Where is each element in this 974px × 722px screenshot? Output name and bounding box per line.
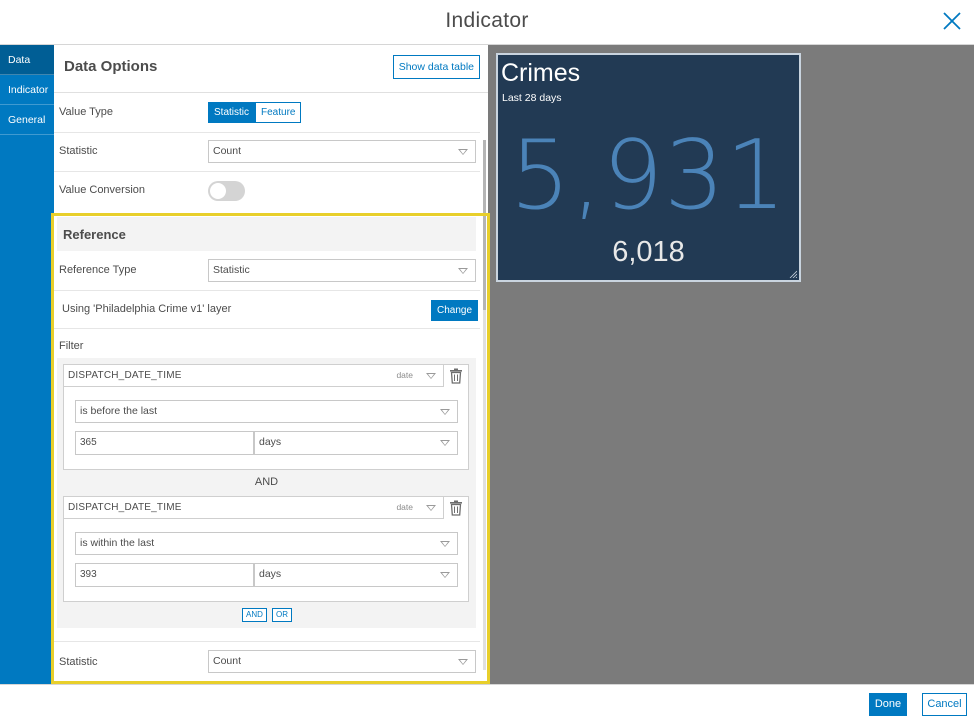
reference-section-header: Reference	[57, 217, 476, 251]
side-tabs: Data Indicator General	[0, 45, 54, 684]
reference-type-row: Reference Type Statistic	[54, 252, 480, 291]
indicator-subtitle: Last 28 days	[502, 92, 562, 104]
statistic-select-value: Count	[213, 145, 242, 157]
reference-statistic-label: Statistic	[59, 656, 98, 668]
filter-label: Filter	[59, 340, 84, 352]
reference-statistic-select[interactable]: Count	[208, 650, 476, 673]
value-type-toggle: Statistic Feature	[208, 102, 302, 123]
filter-clause: DISPATCH_DATE_TIME date is before the la…	[63, 364, 469, 470]
filter-unit-select[interactable]: days	[254, 563, 458, 587]
chevron-down-icon	[458, 268, 468, 274]
chevron-down-icon	[440, 572, 450, 578]
indicator-reference-value: 6,018	[612, 236, 685, 268]
statistic-label: Statistic	[59, 145, 98, 157]
reference-title: Reference	[63, 227, 126, 242]
filter-amount-input[interactable]: 393	[75, 563, 254, 587]
chevron-down-icon	[458, 149, 468, 155]
filter-operator-select[interactable]: is before the last	[75, 400, 458, 423]
filter-field-type: date	[396, 370, 413, 380]
data-options-panel: Data Options Show data table Value Type …	[54, 45, 488, 684]
chevron-down-icon	[440, 409, 450, 415]
scrollbar-thumb[interactable]	[483, 140, 486, 310]
change-layer-button[interactable]: Change	[431, 300, 479, 321]
dialog-title: Indicator	[445, 9, 529, 32]
statistic-select[interactable]: Count	[208, 140, 476, 163]
reference-layer-row: Using 'Philadelphia Crime v1' layer Chan…	[54, 291, 480, 329]
filter-unit-select[interactable]: days	[254, 431, 458, 455]
filter-join-label: AND	[254, 476, 279, 488]
tab-indicator[interactable]: Indicator	[0, 75, 54, 105]
indicator-title: Crimes	[501, 59, 581, 87]
toggle-knob	[210, 183, 226, 199]
filter-field-type: date	[396, 502, 413, 512]
filter-operator-value: is within the last	[80, 537, 155, 549]
chevron-down-icon	[426, 505, 436, 511]
panel-title: Data Options	[64, 58, 158, 75]
resize-grip-icon[interactable]	[789, 270, 797, 278]
trash-icon[interactable]	[449, 500, 463, 516]
filter-amount-input[interactable]: 365	[75, 431, 254, 455]
filter-container: DISPATCH_DATE_TIME date is before the la…	[57, 358, 476, 628]
reference-statistic-row: Statistic Count	[54, 641, 480, 681]
dialog-header: Indicator	[0, 0, 974, 45]
reference-type-value: Statistic	[213, 264, 250, 276]
dialog-footer: Done Cancel	[0, 684, 974, 722]
chevron-down-icon	[440, 440, 450, 446]
indicator-value: 5,931	[510, 121, 787, 231]
filter-field-select[interactable]: DISPATCH_DATE_TIME date	[64, 365, 444, 387]
preview-area: Crimes Last 28 days 5,931 6,018	[488, 45, 974, 684]
statistic-row: Statistic Count	[54, 133, 480, 172]
value-conversion-row: Value Conversion	[54, 172, 480, 211]
value-conversion-toggle[interactable]	[208, 181, 245, 201]
filter-unit-value: days	[259, 568, 282, 580]
filter-field-name: DISPATCH_DATE_TIME	[68, 502, 182, 513]
value-conversion-label: Value Conversion	[59, 184, 146, 196]
reference-type-select[interactable]: Statistic	[208, 259, 476, 282]
show-data-table-button[interactable]: Show data table	[392, 55, 480, 79]
filter-operator-select[interactable]: is within the last	[75, 532, 458, 555]
reference-type-label: Reference Type	[59, 264, 137, 276]
filter-operator-value: is before the last	[80, 405, 158, 417]
trash-icon[interactable]	[449, 368, 463, 384]
reference-statistic-value: Count	[213, 655, 242, 667]
add-and-clause-button[interactable]: AND	[242, 608, 267, 622]
filter-field-name: DISPATCH_DATE_TIME	[68, 370, 182, 381]
chevron-down-icon	[426, 373, 436, 379]
panel-scrollbar[interactable]	[483, 140, 486, 670]
value-type-row: Value Type Statistic Feature	[54, 94, 480, 133]
filter-field-select[interactable]: DISPATCH_DATE_TIME date	[64, 497, 444, 519]
chevron-down-icon	[440, 541, 450, 547]
indicator-card: Crimes Last 28 days 5,931 6,018	[496, 53, 801, 282]
chevron-down-icon	[458, 659, 468, 665]
value-type-feature-option[interactable]: Feature	[255, 102, 302, 123]
panel-header: Data Options Show data table	[54, 45, 488, 93]
value-type-statistic-option[interactable]: Statistic	[208, 102, 256, 123]
tab-general[interactable]: General	[0, 105, 54, 135]
filter-unit-value: days	[259, 436, 282, 448]
done-button[interactable]: Done	[869, 693, 907, 716]
reference-layer-text: Using 'Philadelphia Crime v1' layer	[62, 303, 232, 315]
filter-clause: DISPATCH_DATE_TIME date is within the la…	[63, 496, 469, 602]
cancel-button[interactable]: Cancel	[922, 693, 967, 716]
tab-data[interactable]: Data	[0, 45, 54, 75]
add-or-clause-button[interactable]: OR	[272, 608, 292, 622]
close-icon[interactable]	[940, 9, 964, 33]
value-type-label: Value Type	[59, 106, 114, 118]
